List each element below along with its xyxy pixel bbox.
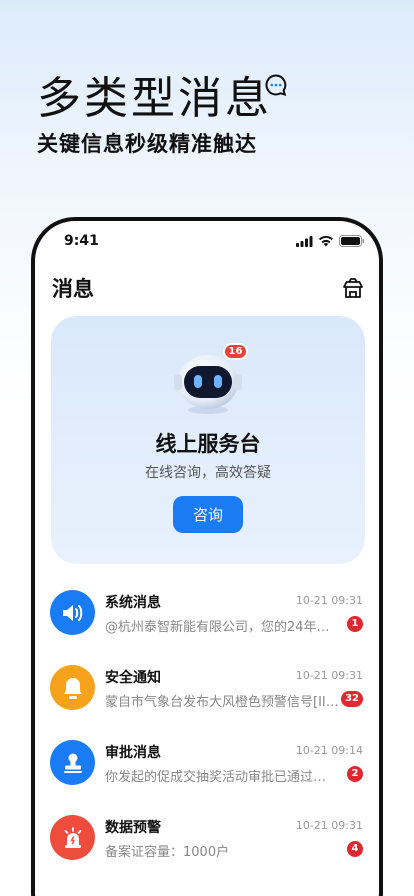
message-preview: 备案证容量：1000户 xyxy=(105,845,230,860)
message-badge: 2 xyxy=(347,766,363,782)
speaker-icon xyxy=(50,590,95,635)
message-badge: 1 xyxy=(347,616,363,632)
message-title: 系统消息 xyxy=(105,595,161,611)
message-title: 安全通知 xyxy=(105,670,161,686)
message-time: 10-21 09:14 xyxy=(295,744,363,757)
message-badge: 32 xyxy=(341,691,363,707)
message-item-approval[interactable]: 审批消息 10-21 09:14 你发起的促成交抽奖活动审批已通过… 2 xyxy=(35,734,379,809)
status-bar: 9:41 xyxy=(35,221,379,261)
message-preview: 蒙自市气象台发布大风橙色预警信号[II… xyxy=(105,695,339,710)
consult-button[interactable]: 咨询 xyxy=(173,496,243,533)
message-title: 审批消息 xyxy=(105,745,161,761)
message-time: 10-21 09:31 xyxy=(295,669,363,682)
message-title: 数据预警 xyxy=(105,820,161,836)
chat-bubble-icon xyxy=(265,74,287,96)
message-preview: 你发起的促成交抽奖活动审批已通过… xyxy=(105,770,327,785)
status-time: 9:41 xyxy=(64,233,99,249)
unread-badge: 16 xyxy=(223,343,248,360)
message-item-data-alert[interactable]: 数据预警 10-21 09:31 备案证容量：1000户 4 xyxy=(35,809,379,884)
message-badge: 4 xyxy=(347,841,363,857)
page-title: 消息 xyxy=(52,277,94,301)
store-icon[interactable] xyxy=(341,277,365,301)
service-subtitle: 在线咨询，高效答疑 xyxy=(145,465,271,481)
alarm-icon xyxy=(50,815,95,860)
phone-frame: 9:41 消息 16 线上服务台 在线咨询，高效答疑 咨询 系统消息 10-21… xyxy=(31,217,383,896)
signal-icon xyxy=(296,235,313,247)
message-list: 系统消息 10-21 09:31 @杭州泰智新能有限公司，您的24年年… 1 安… xyxy=(35,584,379,884)
service-title: 线上服务台 xyxy=(155,432,261,456)
message-time: 10-21 09:31 xyxy=(295,594,363,607)
service-desk-card[interactable]: 16 线上服务台 在线咨询，高效答疑 咨询 xyxy=(51,316,365,564)
hero-subtitle: 关键信息秒级精准触达 xyxy=(37,132,257,156)
wifi-icon xyxy=(319,235,333,247)
message-item-security[interactable]: 安全通知 10-21 09:31 蒙自市气象台发布大风橙色预警信号[II… 32 xyxy=(35,659,379,734)
message-item-system[interactable]: 系统消息 10-21 09:31 @杭州泰智新能有限公司，您的24年年… 1 xyxy=(35,584,379,659)
stamp-icon xyxy=(50,740,95,785)
message-time: 10-21 09:31 xyxy=(295,819,363,832)
hero-title: 多类型消息 xyxy=(37,73,272,124)
battery-icon xyxy=(339,235,365,247)
message-preview: @杭州泰智新能有限公司，您的24年年… xyxy=(105,620,341,635)
bell-icon xyxy=(50,665,95,710)
